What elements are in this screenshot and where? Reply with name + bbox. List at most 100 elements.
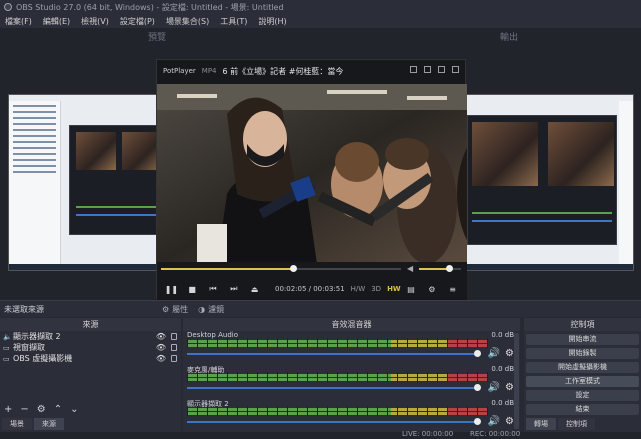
lock-icon[interactable] — [171, 333, 177, 340]
filters-label: 濾鏡 — [208, 304, 225, 314]
status-bar: LIVE: 00:00:00 REC: 00:00:00 — [0, 430, 641, 439]
hw-accel-toggle[interactable]: HW — [387, 285, 401, 293]
start-virtual-camera-button[interactable]: 開始虛擬攝影機 — [526, 362, 639, 373]
format-label: MP4 — [201, 67, 217, 75]
menu-view[interactable]: 檢視(V) — [81, 16, 109, 27]
seek-knob[interactable] — [290, 265, 297, 272]
pin-icon[interactable] — [410, 66, 417, 73]
preview-label: 預覽 — [148, 33, 167, 43]
next-icon[interactable]: ⏭ — [223, 282, 244, 296]
volume-fader[interactable] — [187, 350, 481, 357]
move-down-icon[interactable]: ⌄ — [70, 404, 78, 415]
sources-dock: 來源 🔈 顯示器擷取 2 👁 ▭ 視窗擷取 👁 ▭ OBS 虛擬攝影機 👁 + … — [0, 318, 181, 432]
channel-gear-icon[interactable]: ⚙ — [505, 348, 514, 359]
right-dock-tabs: 轉場 控制項 — [526, 418, 595, 430]
eye-icon[interactable]: 👁 — [156, 332, 166, 341]
source-name: 顯示器擷取 2 — [13, 332, 61, 341]
mixer-scrollbar[interactable] — [514, 333, 519, 429]
channel-db: 0.0 dB — [491, 331, 514, 339]
volume-fader[interactable] — [187, 418, 481, 425]
mute-speaker-icon[interactable]: 🔊 — [488, 348, 500, 359]
fader-knob[interactable] — [474, 418, 481, 425]
potplayer-logo[interactable]: PotPlayer — [163, 67, 196, 75]
program-screen — [466, 94, 634, 271]
preview-screen[interactable] — [8, 94, 168, 271]
tab-controls[interactable]: 控制項 — [558, 418, 595, 430]
mixer-channel: Desktop Audio 0.0 dB 🔊 ⚙ — [183, 331, 520, 365]
nested-obs-window — [69, 125, 167, 235]
menu-scene-collection[interactable]: 場景集合(S) — [166, 16, 209, 27]
move-up-icon[interactable]: ⌃ — [54, 404, 62, 415]
menu-file[interactable]: 檔案(F) — [5, 16, 32, 27]
monitor-icon: ▭ — [3, 343, 10, 352]
program-taskbar — [467, 264, 633, 270]
start-streaming-button[interactable]: 開始串流 — [526, 334, 639, 345]
properties-label: 屬性 — [172, 304, 189, 314]
eye-icon[interactable]: 👁 — [156, 354, 166, 363]
volume-fader[interactable] — [187, 384, 481, 391]
desktop-sidebar — [9, 101, 61, 264]
no-source-label: 未選取來源 — [4, 304, 44, 314]
controls-dock: 控制項 開始串流 開始錄製 開始虛擬攝影機 工作室模式 設定 結束 — [524, 318, 641, 432]
video-title: 6 前《立場》記者 #何桂藍：當今 — [222, 66, 344, 76]
menu-bar: 檔案(F) 編輯(E) 檢視(V) 設定檔(P) 場景集合(S) 工具(T) 說… — [0, 14, 641, 28]
tab-transitions[interactable]: 轉場 — [526, 418, 556, 430]
fader-knob[interactable] — [474, 384, 481, 391]
fader-knob[interactable] — [474, 350, 481, 357]
volume-icon[interactable]: ◀ — [407, 264, 413, 273]
mixer-title: 音效混音器 — [183, 318, 520, 331]
source-name: 視窗擷取 — [13, 343, 45, 352]
channel-db: 0.0 dB — [491, 365, 514, 373]
3d-toggle[interactable]: 3D — [371, 285, 381, 293]
settings-button[interactable]: 設定 — [526, 390, 639, 401]
menu-tools[interactable]: 工具(T) — [220, 16, 247, 27]
channel-gear-icon[interactable]: ⚙ — [505, 382, 514, 393]
seek-bar[interactable] — [161, 265, 401, 272]
obs-window: OBS Studio 27.0 (64 bit, Windows) - 設定檔:… — [0, 0, 641, 439]
menu-edit[interactable]: 編輯(E) — [43, 16, 70, 27]
pause-icon[interactable]: ❚❚ — [161, 282, 182, 296]
source-item[interactable]: ▭ 視窗擷取 👁 — [0, 342, 181, 353]
menu-help[interactable]: 說明(H) — [258, 16, 286, 27]
properties-button[interactable]: ⚙ 屬性 — [162, 304, 188, 315]
menu-profile[interactable]: 設定檔(P) — [120, 16, 155, 27]
source-item[interactable]: ▭ OBS 虛擬攝影機 👁 — [0, 353, 181, 364]
settings-gear-icon[interactable]: ⚙ — [421, 282, 442, 296]
remove-icon[interactable]: − — [20, 404, 28, 415]
previous-icon[interactable]: ⏮ — [203, 282, 224, 296]
source-gear-icon[interactable]: ⚙ — [37, 404, 46, 415]
minimize-icon[interactable] — [424, 66, 431, 73]
volume-slider[interactable] — [419, 265, 461, 272]
title-bar: OBS Studio 27.0 (64 bit, Windows) - 設定檔:… — [0, 0, 641, 14]
add-icon[interactable]: + — [4, 404, 12, 415]
tab-scenes[interactable]: 場景 — [2, 418, 32, 430]
lock-icon[interactable] — [171, 344, 177, 351]
volume-knob[interactable] — [446, 265, 454, 272]
close-icon[interactable] — [452, 66, 459, 73]
stop-icon[interactable]: ■ — [182, 282, 203, 296]
potplayer-window[interactable]: PotPlayer MP4 6 前《立場》記者 #何桂藍：當今 ◀ ❚❚ ■ ⏮… — [156, 59, 467, 300]
filter-icon: ◑ — [198, 304, 206, 314]
start-recording-button[interactable]: 開始錄製 — [526, 348, 639, 359]
audio-mixer-dock: 音效混音器 Desktop Audio 0.0 dB 🔊 ⚙ 麥克風/輔助 0.… — [183, 318, 520, 432]
controls-title: 控制項 — [524, 318, 641, 331]
filters-button[interactable]: ◑ 濾鏡 — [198, 304, 224, 315]
left-dock-tabs: 場景 來源 — [2, 418, 64, 430]
exit-button[interactable]: 結束 — [526, 404, 639, 415]
menu-icon[interactable]: ≡ — [442, 282, 463, 296]
mixer-channel: 麥克風/輔助 0.0 dB 🔊 ⚙ — [183, 365, 520, 399]
eye-icon[interactable]: 👁 — [156, 343, 166, 352]
maximize-icon[interactable] — [438, 66, 445, 73]
source-item[interactable]: 🔈 顯示器擷取 2 👁 — [0, 331, 181, 342]
studio-mode-button[interactable]: 工作室模式 — [526, 376, 639, 387]
mute-speaker-icon[interactable]: 🔊 — [488, 416, 500, 427]
channel-gear-icon[interactable]: ⚙ — [505, 416, 514, 427]
hw-badge[interactable]: H/W — [351, 285, 366, 293]
obs-logo-icon — [4, 3, 12, 11]
eject-icon[interactable]: ⏏ — [244, 282, 265, 296]
playlist-icon[interactable]: ▤ — [401, 282, 422, 296]
tab-sources[interactable]: 來源 — [34, 418, 64, 430]
playback-time: 00:02:05 / 00:03:51 — [274, 285, 345, 293]
mute-speaker-icon[interactable]: 🔊 — [488, 382, 500, 393]
lock-icon[interactable] — [171, 355, 177, 362]
